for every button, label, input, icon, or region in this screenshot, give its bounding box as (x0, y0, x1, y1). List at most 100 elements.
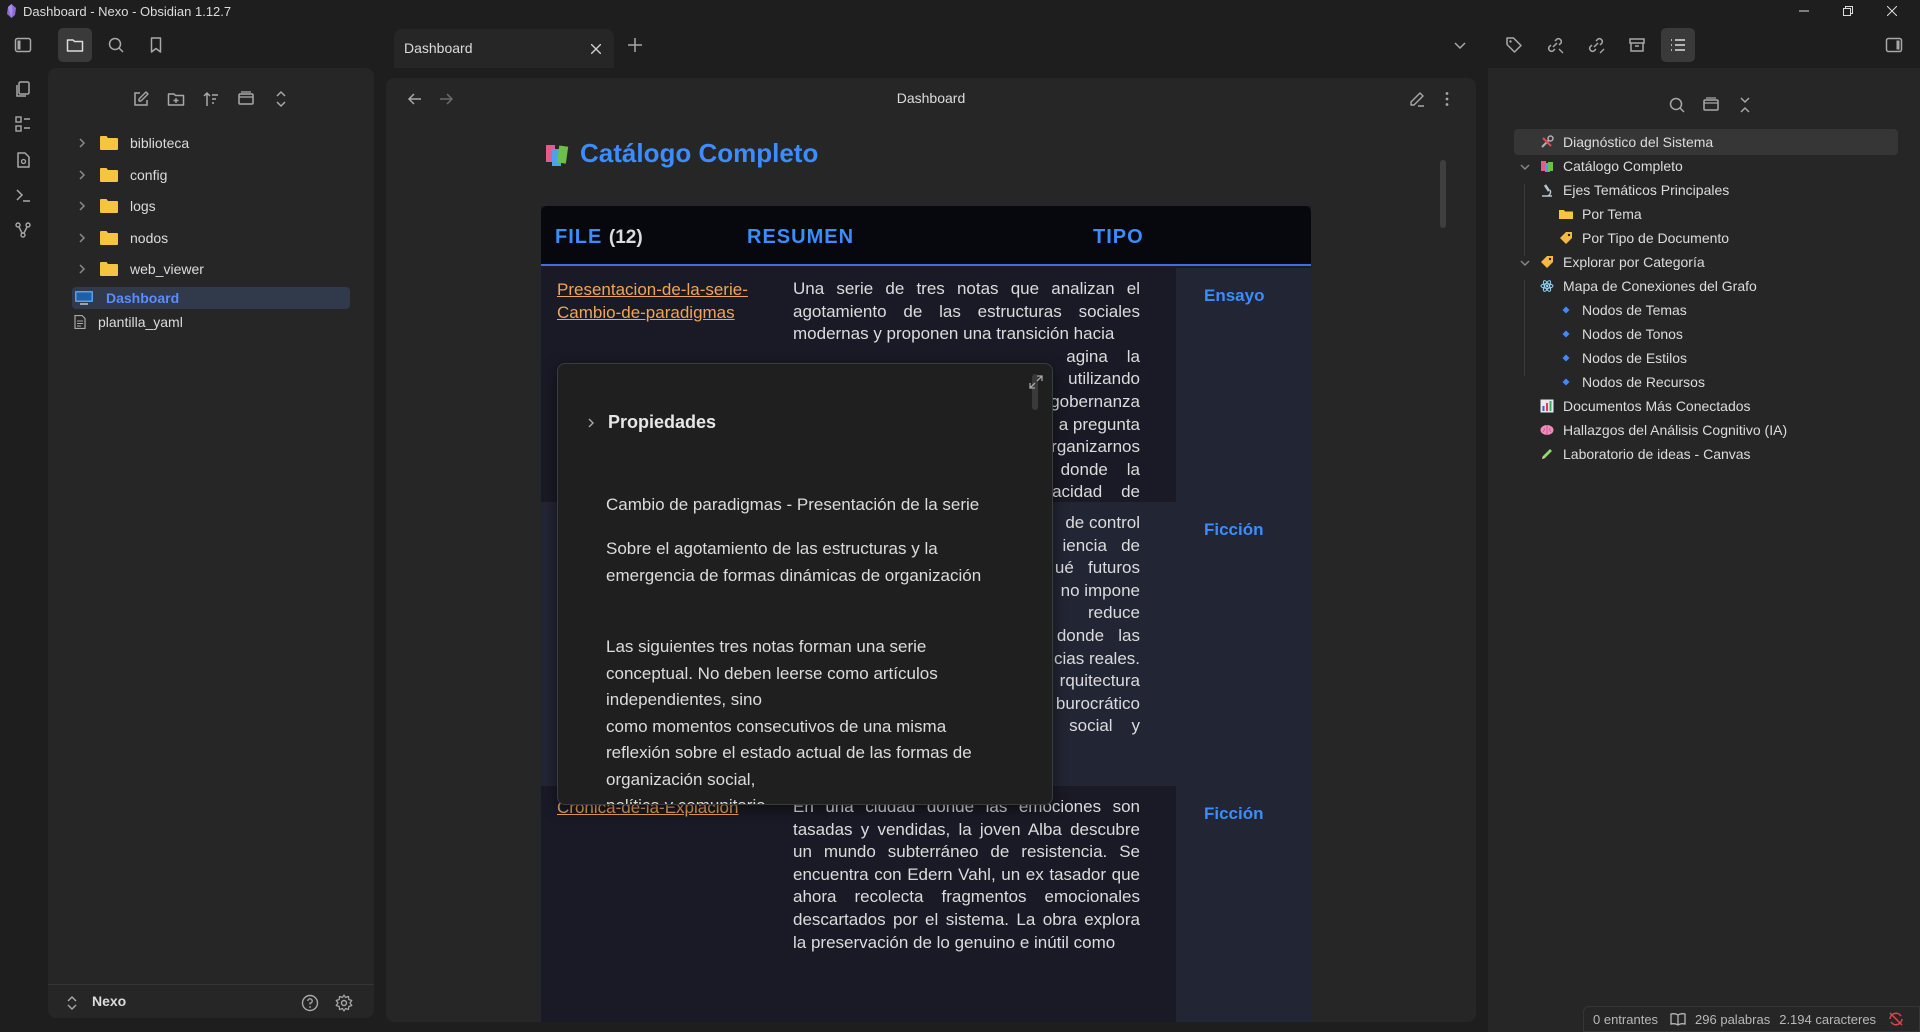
folder-label: logs (130, 198, 156, 214)
auto-reveal-icon[interactable] (229, 82, 263, 116)
sort-icon[interactable] (194, 82, 228, 116)
tools-icon (1541, 135, 1554, 148)
heading-text: Catálogo Completo (580, 138, 819, 168)
new-folder-icon[interactable] (159, 82, 193, 116)
folder-config[interactable]: config (48, 161, 374, 189)
outline-item[interactable]: Ejes Temáticos Principales (1540, 178, 1729, 202)
close-tab-icon[interactable] (586, 39, 606, 59)
status-bar: 0 entrantes 296 palabras 2.194 caractere… (1583, 1006, 1920, 1032)
outline-item[interactable]: Diagnóstico del Sistema (1540, 130, 1713, 154)
note-preview-popover[interactable]: Propiedades Cambio de paradigmas - Prese… (557, 363, 1053, 805)
minimize-button[interactable] (1782, 0, 1826, 22)
outline-item[interactable]: Catálogo Completo (1540, 154, 1683, 178)
outline-icon[interactable] (1661, 28, 1695, 62)
outline-panel: Diagnóstico del Sistema Catálogo Complet… (1488, 68, 1920, 1032)
table-row: Cronica-de-la-Expiacion En una ciudad do… (541, 786, 1312, 1022)
tab-dashboard[interactable]: Dashboard (394, 29, 614, 68)
preview-title: Cambio de paradigmas - Presentación de l… (606, 495, 980, 514)
file-label: Dashboard (106, 290, 180, 306)
folder-icon (100, 168, 118, 182)
reading-book-icon[interactable] (1670, 1012, 1686, 1026)
file-dashboard[interactable]: Dashboard (72, 287, 350, 309)
page-title: Catálogo Completo (544, 138, 818, 169)
tags-icon[interactable] (1497, 28, 1531, 62)
search-view-button[interactable] (99, 28, 133, 62)
editor-title[interactable]: Dashboard (386, 90, 1476, 106)
folder-biblioteca[interactable]: biblioteca (48, 129, 374, 157)
chevron-right-icon (79, 170, 86, 180)
settings-gear-icon[interactable] (334, 993, 354, 1013)
type-cell: Ensayo (1176, 268, 1312, 502)
new-note-icon[interactable] (124, 82, 158, 116)
restore-button[interactable] (1826, 0, 1870, 22)
folder-web-viewer[interactable]: web_viewer (48, 255, 374, 283)
chevron-down-icon[interactable] (1518, 256, 1532, 270)
new-tab-button[interactable] (618, 28, 652, 62)
outline-item[interactable]: Mapa de Conexiones del Grafo (1540, 274, 1757, 298)
file-link[interactable]: Presentacion-de-la-serie-Cambio-de-parad… (557, 278, 757, 324)
column-header-file[interactable]: FILE (12) (555, 226, 643, 249)
tab-bar: Dashboard (0, 22, 1920, 68)
indent-guide (1524, 184, 1525, 256)
archive-icon[interactable] (1620, 28, 1654, 62)
canvas-icon[interactable] (6, 107, 40, 141)
editor-header: Dashboard (386, 78, 1476, 118)
more-options-icon[interactable] (1438, 88, 1456, 110)
auto-expand-icon[interactable] (1694, 88, 1728, 122)
outline-item[interactable]: Nodos de Temas (1559, 298, 1687, 322)
outline-item[interactable]: Por Tipo de Documento (1559, 226, 1729, 250)
tab-list-dropdown-button[interactable] (1443, 28, 1477, 62)
templates-icon[interactable] (6, 143, 40, 177)
outline-item[interactable]: Documentos Más Conectados (1540, 394, 1751, 418)
file-plantilla-yaml[interactable]: plantilla_yaml (74, 311, 183, 333)
outline-item[interactable]: Hallazgos del Análisis Cognitivo (IA) (1540, 418, 1787, 442)
chevron-right-icon (588, 418, 594, 427)
properties-toggle[interactable]: Propiedades (584, 412, 716, 433)
tag-icon (1560, 232, 1572, 244)
chevrons-up-down-icon (67, 996, 77, 1010)
graph-view-icon[interactable] (6, 213, 40, 247)
backlinks-count[interactable]: 0 entrantes (1593, 1012, 1658, 1027)
quick-switcher-icon[interactable] (6, 72, 40, 106)
column-header-type[interactable]: TIPO (1093, 226, 1144, 249)
help-icon[interactable] (300, 993, 320, 1013)
summary-cell: En una ciudad donde las emociones son ta… (793, 797, 1140, 952)
outline-item[interactable]: Por Tema (1559, 202, 1642, 226)
outgoing-links-icon[interactable] (1579, 28, 1613, 62)
folder-icon (100, 199, 118, 213)
folder-label: web_viewer (130, 261, 204, 277)
folder-nodos[interactable]: nodos (48, 224, 374, 252)
collapse-all-icon[interactable] (264, 82, 298, 116)
chevron-down-icon[interactable] (1518, 160, 1532, 174)
outline-item[interactable]: Laboratorio de ideas - Canvas (1540, 442, 1751, 466)
table-header: FILE (12) RESUMEN TIPO (541, 206, 1311, 266)
files-view-button[interactable] (58, 28, 92, 62)
folder-icon (1559, 210, 1573, 219)
expand-icon[interactable] (1026, 372, 1046, 392)
left-ribbon (0, 68, 46, 1032)
toggle-left-sidebar-button[interactable] (6, 28, 40, 62)
backlinks-icon[interactable] (1538, 28, 1572, 62)
toggle-right-sidebar-button[interactable] (1877, 28, 1911, 62)
outline-item[interactable]: Nodos de Tonos (1559, 322, 1683, 346)
vault-switcher[interactable]: Nexo (48, 984, 374, 1018)
collapse-all-icon[interactable] (1728, 88, 1762, 122)
column-header-summary[interactable]: RESUMEN (747, 226, 854, 249)
file-label: plantilla_yaml (98, 314, 183, 330)
outline-item[interactable]: Nodos de Estilos (1559, 346, 1687, 370)
file-explorer-toolbar (48, 82, 374, 116)
editor-scrollbar[interactable] (1440, 160, 1446, 228)
document-icon (74, 315, 86, 329)
chevron-right-icon (79, 233, 86, 243)
sync-error-icon[interactable] (1888, 1011, 1904, 1027)
outline-item[interactable]: Explorar por Categoría (1540, 250, 1705, 274)
edit-mode-icon[interactable] (1406, 88, 1428, 110)
folder-logs[interactable]: logs (48, 192, 374, 220)
bookmarks-view-button[interactable] (139, 28, 173, 62)
window-title: Dashboard - Nexo - Obsidian 1.12.7 (23, 4, 232, 19)
outline-item[interactable]: Nodos de Recursos (1559, 370, 1705, 394)
terminal-icon[interactable] (6, 178, 40, 212)
search-icon[interactable] (1660, 88, 1694, 122)
tag-icon (1541, 256, 1553, 268)
close-window-button[interactable] (1870, 0, 1914, 22)
